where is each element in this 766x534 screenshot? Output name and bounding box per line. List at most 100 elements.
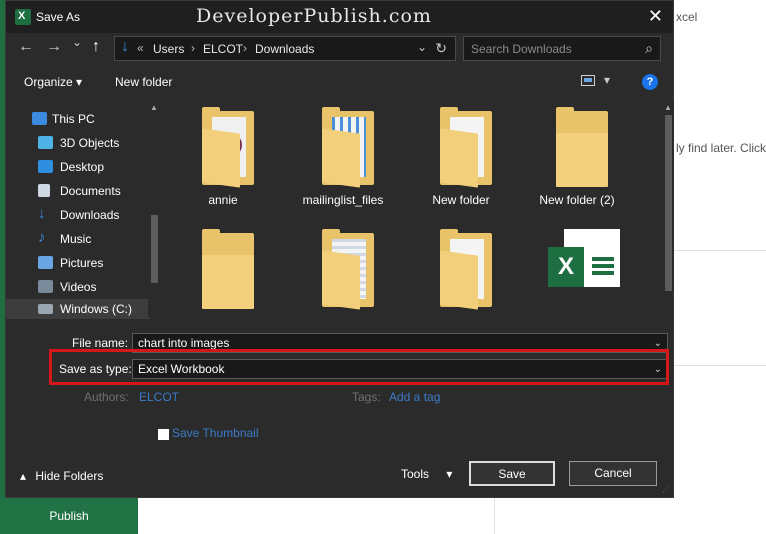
- folder-icon: [202, 107, 254, 188]
- up-folder-icon[interactable]: ↑: [92, 38, 100, 56]
- sidebar-item-label: Windows (C:): [60, 302, 133, 316]
- organize-menu-button[interactable]: Organize ▾: [24, 75, 82, 89]
- breadcrumb-separator[interactable]: ›: [243, 41, 247, 55]
- sidebar-scrollbar[interactable]: ▲: [148, 101, 160, 317]
- sidebar-item-documents[interactable]: Documents: [6, 179, 150, 203]
- sidebar-item-label: Pictures: [60, 256, 104, 270]
- chevron-down-icon[interactable]: ⌄: [417, 40, 427, 54]
- divider: [674, 365, 766, 366]
- save-thumbnail-checkbox[interactable]: [158, 429, 169, 440]
- close-icon[interactable]: ✕: [648, 6, 663, 27]
- sidebar-item-pictures[interactable]: Pictures: [6, 251, 150, 275]
- list-item[interactable]: mailinglist_files: [288, 101, 398, 211]
- breadcrumb-overflow[interactable]: «: [137, 41, 144, 55]
- forward-arrow-icon[interactable]: →: [46, 38, 62, 56]
- publish-menu-item[interactable]: Publish: [0, 498, 138, 534]
- folder-icon: [322, 229, 374, 310]
- sidebar-item-downloads[interactable]: ↓ Downloads: [6, 203, 150, 227]
- excel-logo-icon: X: [548, 247, 584, 287]
- monitor-icon: [32, 112, 47, 125]
- search-box[interactable]: Search Downloads ⌕: [463, 36, 661, 61]
- file-name: New folder (2): [539, 193, 615, 207]
- sidebar-item-windows-c[interactable]: Windows (C:): [6, 299, 150, 319]
- background-text: xcel: [676, 10, 698, 24]
- file-list-scrollbar[interactable]: ▲: [662, 101, 674, 291]
- tags-label: Tags:: [352, 390, 381, 404]
- document-icon: [38, 184, 50, 197]
- sidebar-item-label: 3D Objects: [60, 136, 120, 150]
- dialog-title: Save As: [36, 10, 81, 24]
- scroll-thumb[interactable]: [665, 115, 672, 291]
- file-name-label: File name:: [72, 336, 129, 350]
- file-list: annie mailinglist_files New folder New f…: [166, 101, 674, 317]
- scroll-up-icon[interactable]: ▲: [150, 103, 158, 112]
- sidebar-item-label: Desktop: [60, 160, 105, 174]
- authors-link[interactable]: ELCOT: [139, 390, 179, 404]
- chevron-down-icon: ▾: [446, 467, 453, 481]
- new-folder-button[interactable]: New folder: [115, 75, 172, 89]
- title-bar: Save As DeveloperPublish.com ✕: [6, 1, 673, 33]
- back-arrow-icon[interactable]: ←: [18, 38, 34, 56]
- cube-icon: [38, 136, 53, 149]
- list-item[interactable]: [406, 223, 516, 333]
- downloads-folder-icon: ↓: [121, 38, 129, 55]
- navigation-bar: ← → ⌄ ↑ ↓ « Users › ELCOT › Downloads ⌄ …: [6, 33, 673, 63]
- save-as-dialog: Save As DeveloperPublish.com ✕ ← → ⌄ ↑ ↓…: [5, 0, 674, 498]
- divider: [674, 250, 766, 251]
- search-icon[interactable]: ⌕: [645, 40, 653, 57]
- resize-grip-icon[interactable]: ⋰: [662, 485, 670, 494]
- sidebar-item-label: Videos: [60, 280, 97, 294]
- folder-icon: [322, 107, 374, 188]
- cancel-button[interactable]: Cancel: [569, 461, 657, 486]
- chevron-down-icon[interactable]: ▾: [604, 73, 610, 87]
- list-item[interactable]: [168, 223, 278, 333]
- sidebar-item-music[interactable]: ♪ Music: [6, 227, 150, 251]
- excel-app-icon: [15, 9, 31, 25]
- desktop-icon: [38, 160, 53, 173]
- recent-locations-icon[interactable]: ⌄: [72, 35, 82, 49]
- address-bar[interactable]: ↓ « Users › ELCOT › Downloads ⌄ ↻: [114, 36, 456, 61]
- list-item[interactable]: New folder: [406, 101, 516, 211]
- save-thumbnail-label[interactable]: Save Thumbnail: [172, 426, 259, 440]
- hide-folders-label: Hide Folders: [35, 469, 104, 483]
- scroll-thumb[interactable]: [151, 215, 158, 283]
- sidebar-item-3d-objects[interactable]: 3D Objects: [6, 131, 150, 155]
- list-item[interactable]: [288, 223, 398, 333]
- list-item[interactable]: New folder (2): [522, 101, 632, 211]
- folder-icon: [440, 229, 492, 310]
- sidebar-item-label: Documents: [60, 184, 121, 198]
- save-button[interactable]: Save: [469, 461, 555, 486]
- folder-icon: [556, 107, 608, 187]
- sidebar-item-this-pc[interactable]: This PC: [6, 107, 150, 131]
- list-item[interactable]: annie: [168, 101, 278, 211]
- tools-label: Tools: [401, 467, 430, 481]
- download-icon: ↓: [38, 205, 46, 222]
- tools-menu-button[interactable]: Tools ▾: [401, 467, 452, 481]
- breadcrumb-users[interactable]: Users: [153, 42, 184, 56]
- hide-folders-button[interactable]: ▴ Hide Folders: [20, 469, 103, 483]
- refresh-icon[interactable]: ↻: [435, 40, 447, 57]
- sidebar-item-label: This PC: [52, 112, 95, 126]
- chevron-up-icon: ▴: [20, 469, 27, 483]
- file-name-value: chart into images: [138, 336, 230, 350]
- sidebar-item-desktop[interactable]: Desktop: [6, 155, 150, 179]
- command-bar: Organize ▾ New folder ▾ ?: [6, 65, 673, 97]
- search-input[interactable]: Search Downloads: [471, 42, 572, 56]
- picture-icon: [38, 256, 53, 269]
- drive-icon: [38, 304, 53, 314]
- folder-icon: [440, 107, 492, 188]
- folder-icon: [202, 229, 254, 309]
- file-name: annie: [208, 193, 238, 207]
- scroll-up-icon[interactable]: ▲: [664, 103, 672, 112]
- view-options-icon[interactable]: [581, 75, 595, 86]
- breadcrumb-downloads[interactable]: Downloads: [255, 42, 314, 56]
- spreadsheet-grid-icon: [592, 257, 614, 275]
- add-tag-link[interactable]: Add a tag: [389, 390, 440, 404]
- file-name: New folder: [432, 193, 490, 207]
- breadcrumb-elcot[interactable]: ELCOT: [203, 42, 243, 56]
- breadcrumb-separator[interactable]: ›: [191, 41, 195, 55]
- sidebar-item-videos[interactable]: Videos: [6, 275, 150, 299]
- help-icon[interactable]: ?: [642, 74, 658, 90]
- background-text: ly find later. Click: [676, 141, 766, 155]
- list-item[interactable]: X: [546, 229, 622, 315]
